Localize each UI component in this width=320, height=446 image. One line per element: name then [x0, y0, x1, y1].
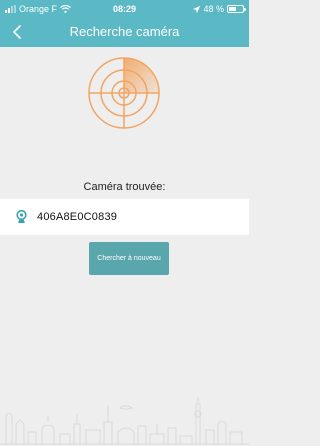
status-bar: Orange F 08:29 48 % [0, 0, 249, 18]
main-content: Caméra trouvée: 406A8E0C0839 Chercher à … [0, 47, 249, 446]
chevron-left-icon [13, 25, 21, 39]
camera-found-label: Caméra trouvée: [83, 181, 166, 193]
page-title: Recherche caméra [69, 24, 180, 39]
battery-percent: 48 % [203, 4, 224, 14]
location-arrow-icon [193, 5, 201, 13]
battery-icon [227, 5, 246, 13]
city-skyline-illustration [0, 397, 249, 445]
device-id: 406A8E0C0839 [37, 211, 118, 223]
header: Orange F 08:29 48 % Recherche caméra [0, 0, 249, 47]
camera-icon [14, 209, 28, 225]
nav-bar: Recherche caméra [0, 18, 249, 47]
search-again-button[interactable]: Chercher à nouveau [89, 242, 169, 275]
device-list-item[interactable]: 406A8E0C0839 [0, 199, 249, 235]
radar-icon [88, 57, 160, 129]
status-right: 48 % [193, 4, 246, 14]
battery-fill [229, 7, 237, 11]
back-button[interactable] [6, 21, 28, 43]
